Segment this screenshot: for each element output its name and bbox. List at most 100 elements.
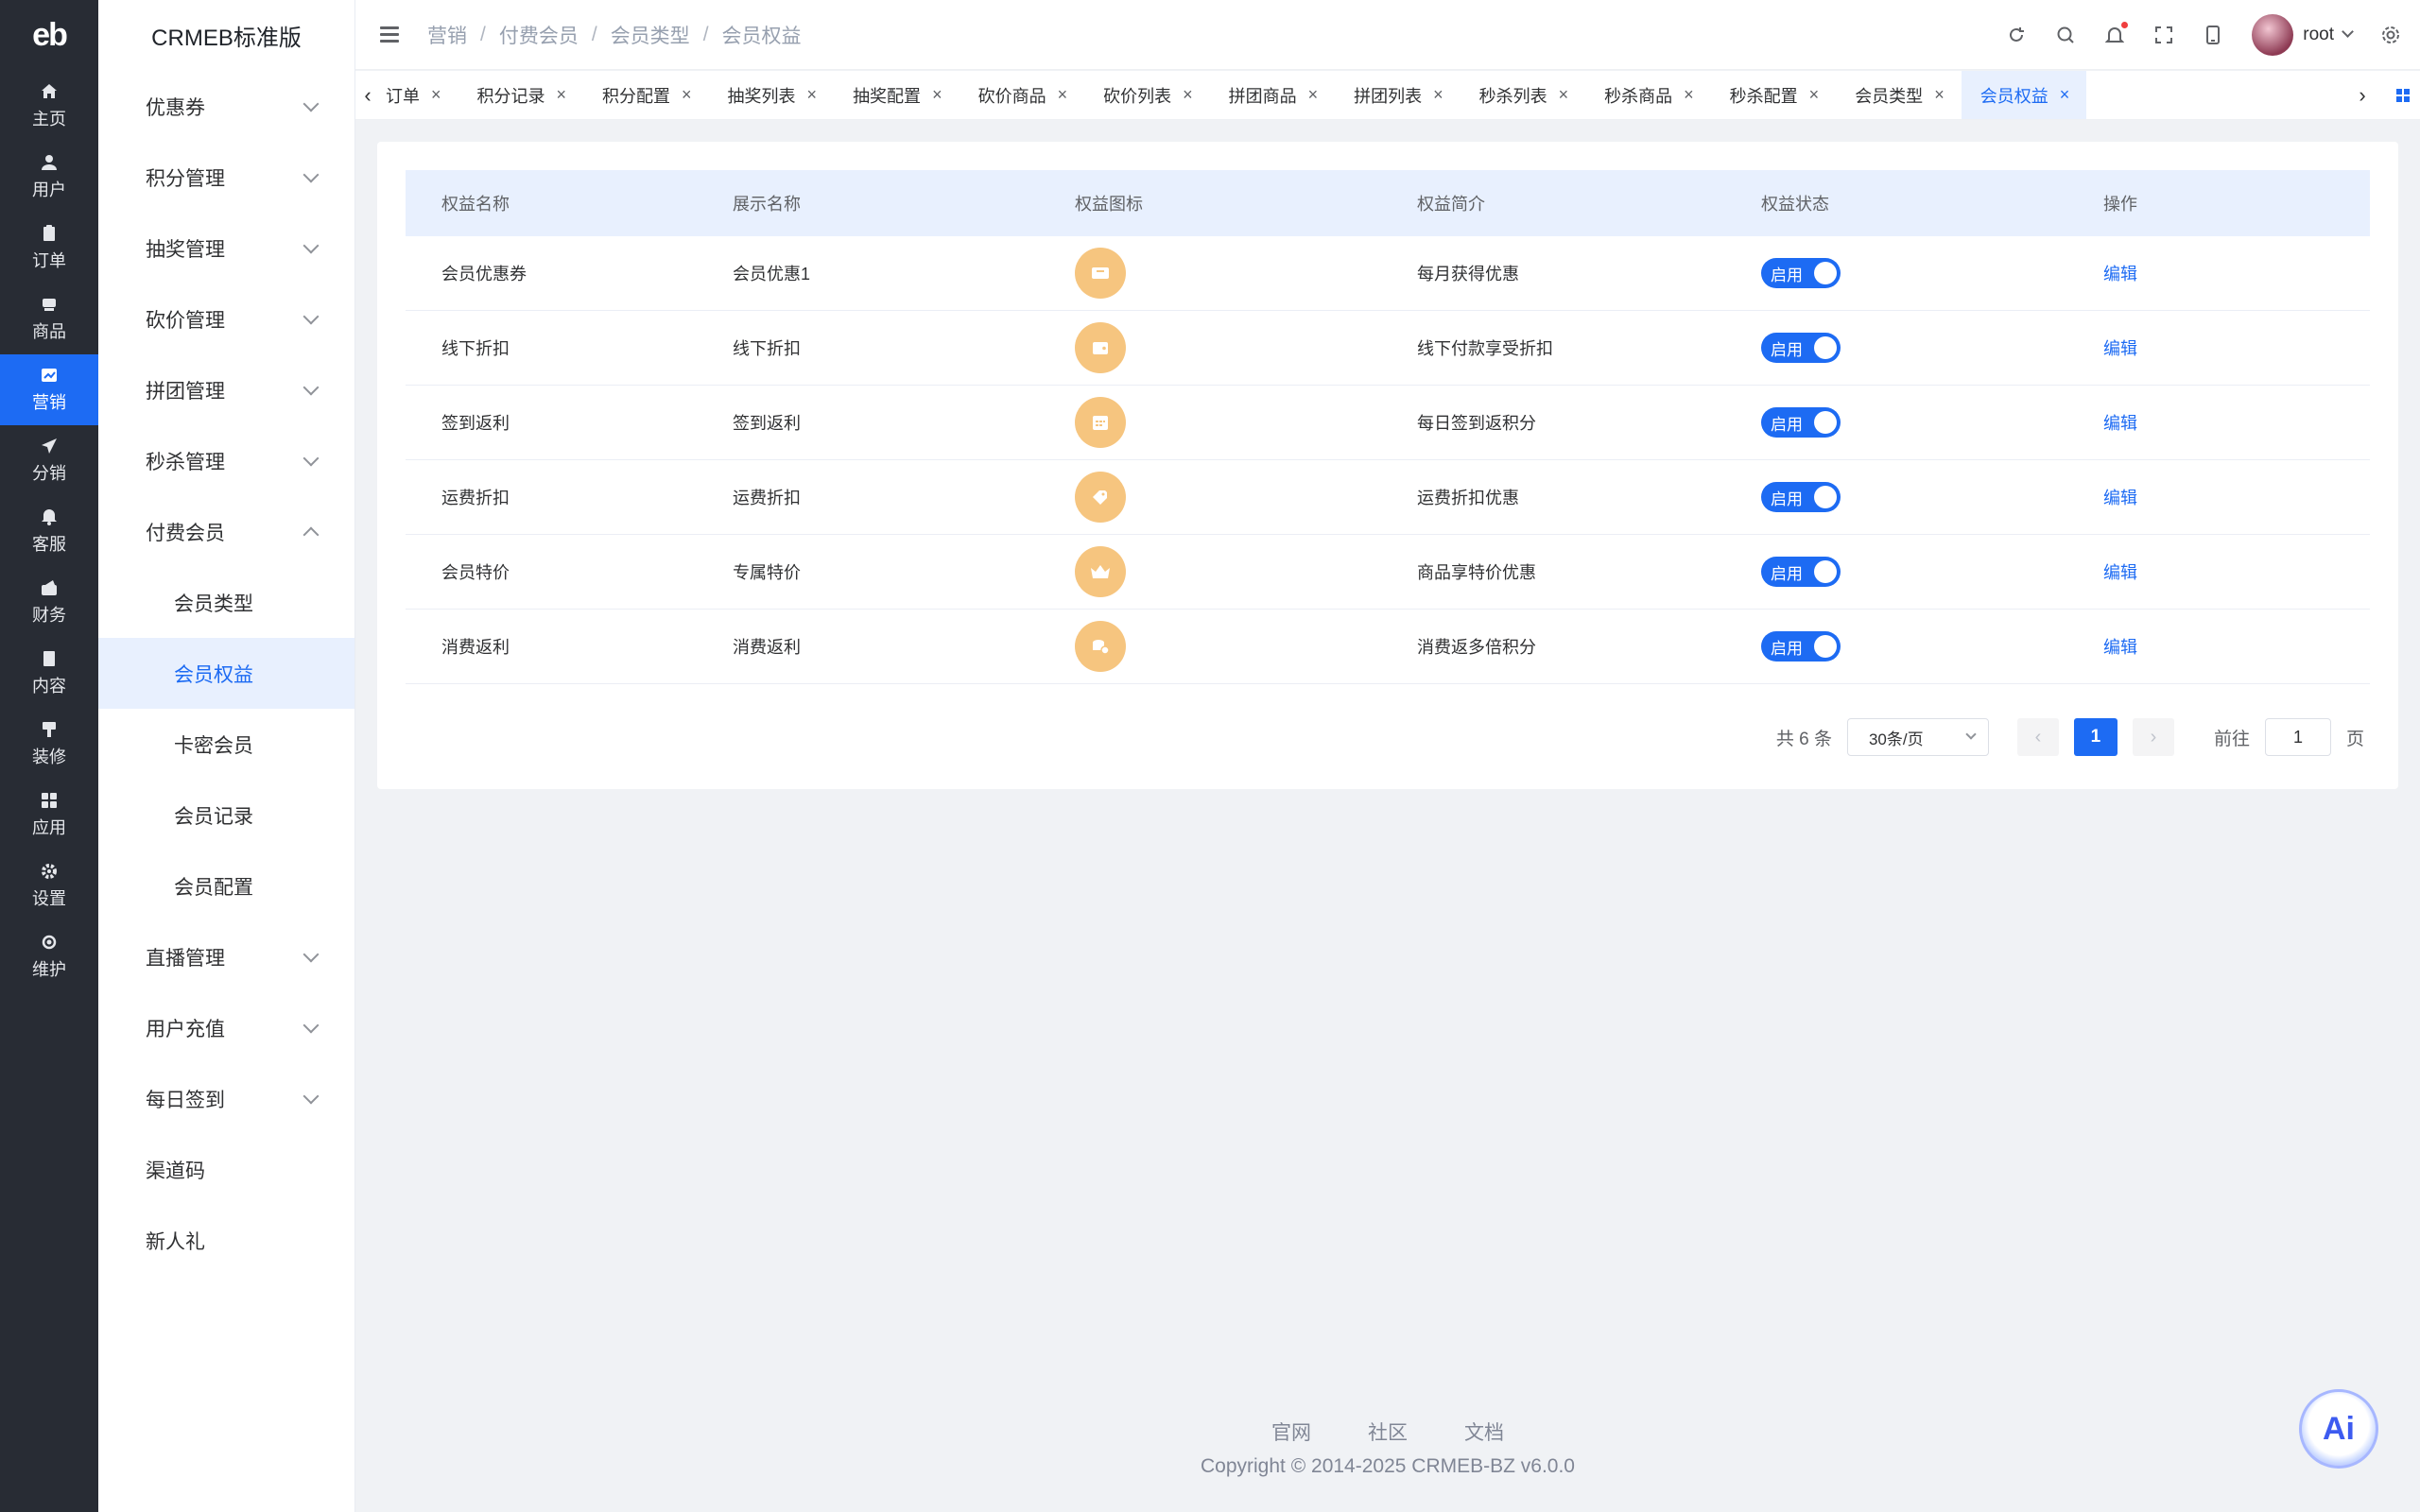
submenu-group[interactable]: 秒杀管理: [98, 425, 354, 496]
rail-item-decoration[interactable]: 装修: [0, 709, 98, 780]
rail-item-label: 装修: [32, 747, 66, 766]
tab-scroll-left-icon[interactable]: ‹: [355, 83, 380, 108]
mobile-icon[interactable]: [2203, 25, 2223, 45]
gear-icon[interactable]: [2380, 25, 2401, 45]
submenu-group[interactable]: 抽奖管理: [98, 213, 354, 284]
page-size-select[interactable]: 30条/页: [1846, 718, 1989, 756]
close-icon[interactable]: ×: [431, 85, 441, 105]
status-toggle[interactable]: 启用: [1761, 557, 1841, 587]
submenu-group[interactable]: 直播管理: [98, 921, 354, 992]
tab[interactable]: 砍价商品 ×: [959, 71, 1085, 119]
collapse-menu-icon[interactable]: [380, 26, 399, 43]
submenu-item[interactable]: 会员权益: [98, 638, 354, 709]
rail-item-order[interactable]: 订单: [0, 213, 98, 284]
rail-item-home[interactable]: 主页: [0, 71, 98, 142]
close-icon[interactable]: ×: [1183, 85, 1193, 105]
close-icon[interactable]: ×: [1058, 85, 1068, 105]
rail-item-maintenance[interactable]: 维护: [0, 921, 98, 992]
close-icon[interactable]: ×: [807, 85, 818, 105]
search-icon[interactable]: [2055, 25, 2076, 45]
close-icon[interactable]: ×: [1934, 85, 1945, 105]
submenu-group[interactable]: 付费会员: [98, 496, 354, 567]
grid-menu-icon[interactable]: [2386, 88, 2420, 102]
next-page-button[interactable]: ›: [2132, 718, 2174, 756]
submenu-group[interactable]: 新人礼: [98, 1205, 354, 1276]
goto-page-input[interactable]: 1: [2264, 718, 2331, 756]
submenu-item[interactable]: 卡密会员: [98, 709, 354, 780]
page-number-current[interactable]: 1: [2073, 718, 2118, 756]
submenu-group[interactable]: 每日签到: [98, 1063, 354, 1134]
close-icon[interactable]: ×: [1684, 85, 1694, 105]
breadcrumb-item[interactable]: 付费会员: [499, 21, 579, 49]
close-icon[interactable]: ×: [932, 85, 942, 105]
fullscreen-icon[interactable]: [2153, 25, 2174, 45]
submenu-item[interactable]: 会员记录: [98, 780, 354, 850]
toggle-knob: [1814, 411, 1837, 434]
edit-link[interactable]: 编辑: [2103, 563, 2137, 582]
decoration-icon: [41, 721, 58, 738]
edit-link[interactable]: 编辑: [2103, 339, 2137, 358]
status-toggle[interactable]: 启用: [1761, 258, 1841, 288]
rail-item-settings[interactable]: 设置: [0, 850, 98, 921]
user-menu[interactable]: root: [2252, 13, 2354, 56]
prev-page-button[interactable]: ‹: [2016, 718, 2059, 756]
tab[interactable]: 砍价列表 ×: [1084, 71, 1210, 119]
edit-link[interactable]: 编辑: [2103, 489, 2137, 507]
tab[interactable]: 订单 ×: [380, 71, 458, 119]
edit-link[interactable]: 编辑: [2103, 414, 2137, 433]
status-toggle[interactable]: 启用: [1761, 333, 1841, 363]
rail-item-user[interactable]: 用户: [0, 142, 98, 213]
edit-link[interactable]: 编辑: [2103, 265, 2137, 284]
tab[interactable]: 抽奖列表 ×: [709, 71, 835, 119]
submenu-group[interactable]: 砍价管理: [98, 284, 354, 354]
status-toggle[interactable]: 启用: [1761, 631, 1841, 662]
close-icon[interactable]: ×: [1308, 85, 1319, 105]
close-icon[interactable]: ×: [2060, 85, 2070, 105]
tab[interactable]: 秒杀列表 ×: [1461, 71, 1586, 119]
rail-item-finance[interactable]: 财务: [0, 567, 98, 638]
crmeb-logo[interactable]: eb: [0, 0, 98, 71]
rail-item-distribution[interactable]: 分销: [0, 425, 98, 496]
submenu-item[interactable]: 会员类型: [98, 567, 354, 638]
rail-item-content[interactable]: 内容: [0, 638, 98, 709]
rail-item-product[interactable]: 商品: [0, 284, 98, 354]
breadcrumb-item[interactable]: 会员类型: [611, 21, 690, 49]
tab[interactable]: 会员权益 ×: [1961, 71, 2087, 119]
footer-link-community[interactable]: 社区: [1368, 1418, 1408, 1446]
edit-link[interactable]: 编辑: [2103, 638, 2137, 657]
footer-link-docs[interactable]: 文档: [1464, 1418, 1504, 1446]
close-icon[interactable]: ×: [557, 85, 567, 105]
rail-item-service[interactable]: 客服: [0, 496, 98, 567]
submenu-group[interactable]: 渠道码: [98, 1134, 354, 1205]
tab[interactable]: 秒杀商品 ×: [1585, 71, 1711, 119]
tab[interactable]: 拼团商品 ×: [1210, 71, 1336, 119]
submenu-item[interactable]: 会员配置: [98, 850, 354, 921]
status-toggle[interactable]: 启用: [1761, 482, 1841, 512]
close-icon[interactable]: ×: [1433, 85, 1443, 105]
submenu-group[interactable]: 优惠券: [98, 71, 354, 142]
footer-link-official[interactable]: 官网: [1271, 1418, 1311, 1446]
rail-item-apps[interactable]: 应用: [0, 780, 98, 850]
tab[interactable]: 会员类型 ×: [1836, 71, 1962, 119]
tab[interactable]: 积分配置 ×: [583, 71, 709, 119]
ai-assistant-button[interactable]: Ai: [2299, 1389, 2378, 1469]
submenu-group[interactable]: 用户充值: [98, 992, 354, 1063]
refresh-icon[interactable]: [2006, 25, 2027, 45]
submenu-group[interactable]: 积分管理: [98, 142, 354, 213]
close-icon[interactable]: ×: [1559, 85, 1569, 105]
column-header: 权益状态: [1761, 195, 1829, 214]
goto-suffix: 页: [2345, 729, 2364, 749]
close-icon[interactable]: ×: [682, 85, 692, 105]
rail-item-marketing[interactable]: 营销: [0, 354, 98, 425]
tab[interactable]: 抽奖配置 ×: [834, 71, 959, 119]
status-toggle[interactable]: 启用: [1761, 407, 1841, 438]
breadcrumb-item[interactable]: 营销: [427, 21, 467, 49]
tab[interactable]: 积分记录 ×: [458, 71, 584, 119]
tab-scroll-right-icon[interactable]: ›: [2339, 83, 2386, 108]
tab[interactable]: 拼团列表 ×: [1335, 71, 1461, 119]
submenu-group[interactable]: 拼团管理: [98, 354, 354, 425]
close-icon[interactable]: ×: [1809, 85, 1820, 105]
tab[interactable]: 秒杀配置 ×: [1711, 71, 1837, 119]
goto-label: 前往: [2213, 729, 2250, 749]
bell-icon[interactable]: [2104, 21, 2129, 45]
